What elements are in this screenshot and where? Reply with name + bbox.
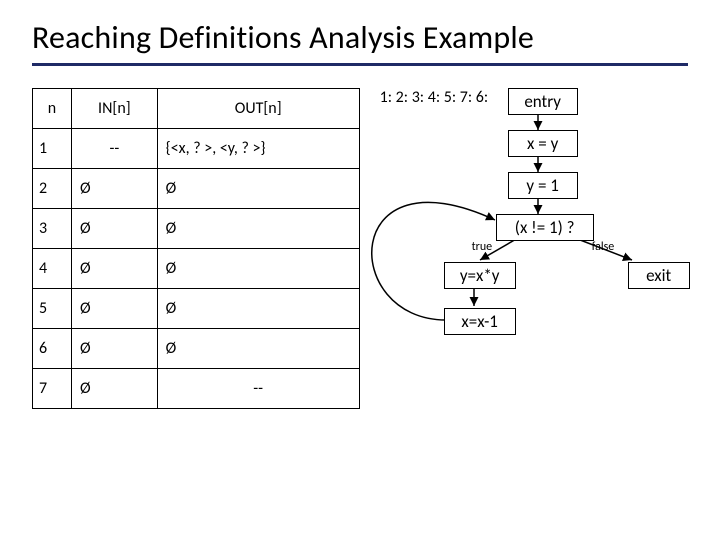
node-4-box: (x != 1) ? <box>496 214 594 241</box>
cell-in: Ø <box>72 169 158 209</box>
cell-n: 6 <box>33 329 72 369</box>
col-n: n <box>33 89 72 129</box>
cell-in: Ø <box>72 369 158 409</box>
edge-true-label: true <box>472 240 492 254</box>
table-row: 1 -- {<x, ? >, <y, ? >} <box>33 129 360 169</box>
cell-n: 7 <box>33 369 72 409</box>
cell-out: Ø <box>157 169 359 209</box>
cell-in: -- <box>72 129 158 169</box>
cell-n: 5 <box>33 289 72 329</box>
table-row: 5 Ø Ø <box>33 289 360 329</box>
table-row: 6 Ø Ø <box>33 329 360 369</box>
cell-n: 2 <box>33 169 72 209</box>
cell-out: Ø <box>157 329 359 369</box>
inout-table: n IN[n] OUT[n] 1 -- {<x, ? >, <y, ? >} 2… <box>32 88 360 409</box>
page-title: Reaching Definitions Analysis Example <box>32 18 688 57</box>
content-row: n IN[n] OUT[n] 1 -- {<x, ? >, <y, ? >} 2… <box>32 88 688 448</box>
node-2-box: x = y <box>508 130 578 157</box>
node-5-box: y=x*y <box>444 262 516 289</box>
col-in: IN[n] <box>72 89 158 129</box>
node-6-box: x=x-1 <box>444 308 516 335</box>
cell-out: -- <box>157 369 359 409</box>
cell-in: Ø <box>72 329 158 369</box>
node-3-box: y = 1 <box>508 172 578 199</box>
table-row: 7 Ø -- <box>33 369 360 409</box>
edge-false-label: false <box>592 240 615 254</box>
cell-in: Ø <box>72 289 158 329</box>
cell-in: Ø <box>72 249 158 289</box>
table-row: 3 Ø Ø <box>33 209 360 249</box>
cell-out: Ø <box>157 249 359 289</box>
title-rule <box>32 63 688 66</box>
cfg-diagram: 1: entry 2: x = y 3: y = 1 4: (x != 1) ?… <box>380 88 688 448</box>
cell-out: {<x, ? >, <y, ? >} <box>157 129 359 169</box>
table-row: 4 Ø Ø <box>33 249 360 289</box>
table-row: 2 Ø Ø <box>33 169 360 209</box>
cell-n: 3 <box>33 209 72 249</box>
cell-n: 1 <box>33 129 72 169</box>
slide: Reaching Definitions Analysis Example n … <box>0 0 720 540</box>
cell-n: 4 <box>33 249 72 289</box>
col-out: OUT[n] <box>157 89 359 129</box>
table-header-row: n IN[n] OUT[n] <box>33 89 360 129</box>
node-7-box: exit <box>628 262 690 289</box>
cell-out: Ø <box>157 209 359 249</box>
node-1-box: entry <box>508 88 578 115</box>
cell-out: Ø <box>157 289 359 329</box>
cell-in: Ø <box>72 209 158 249</box>
